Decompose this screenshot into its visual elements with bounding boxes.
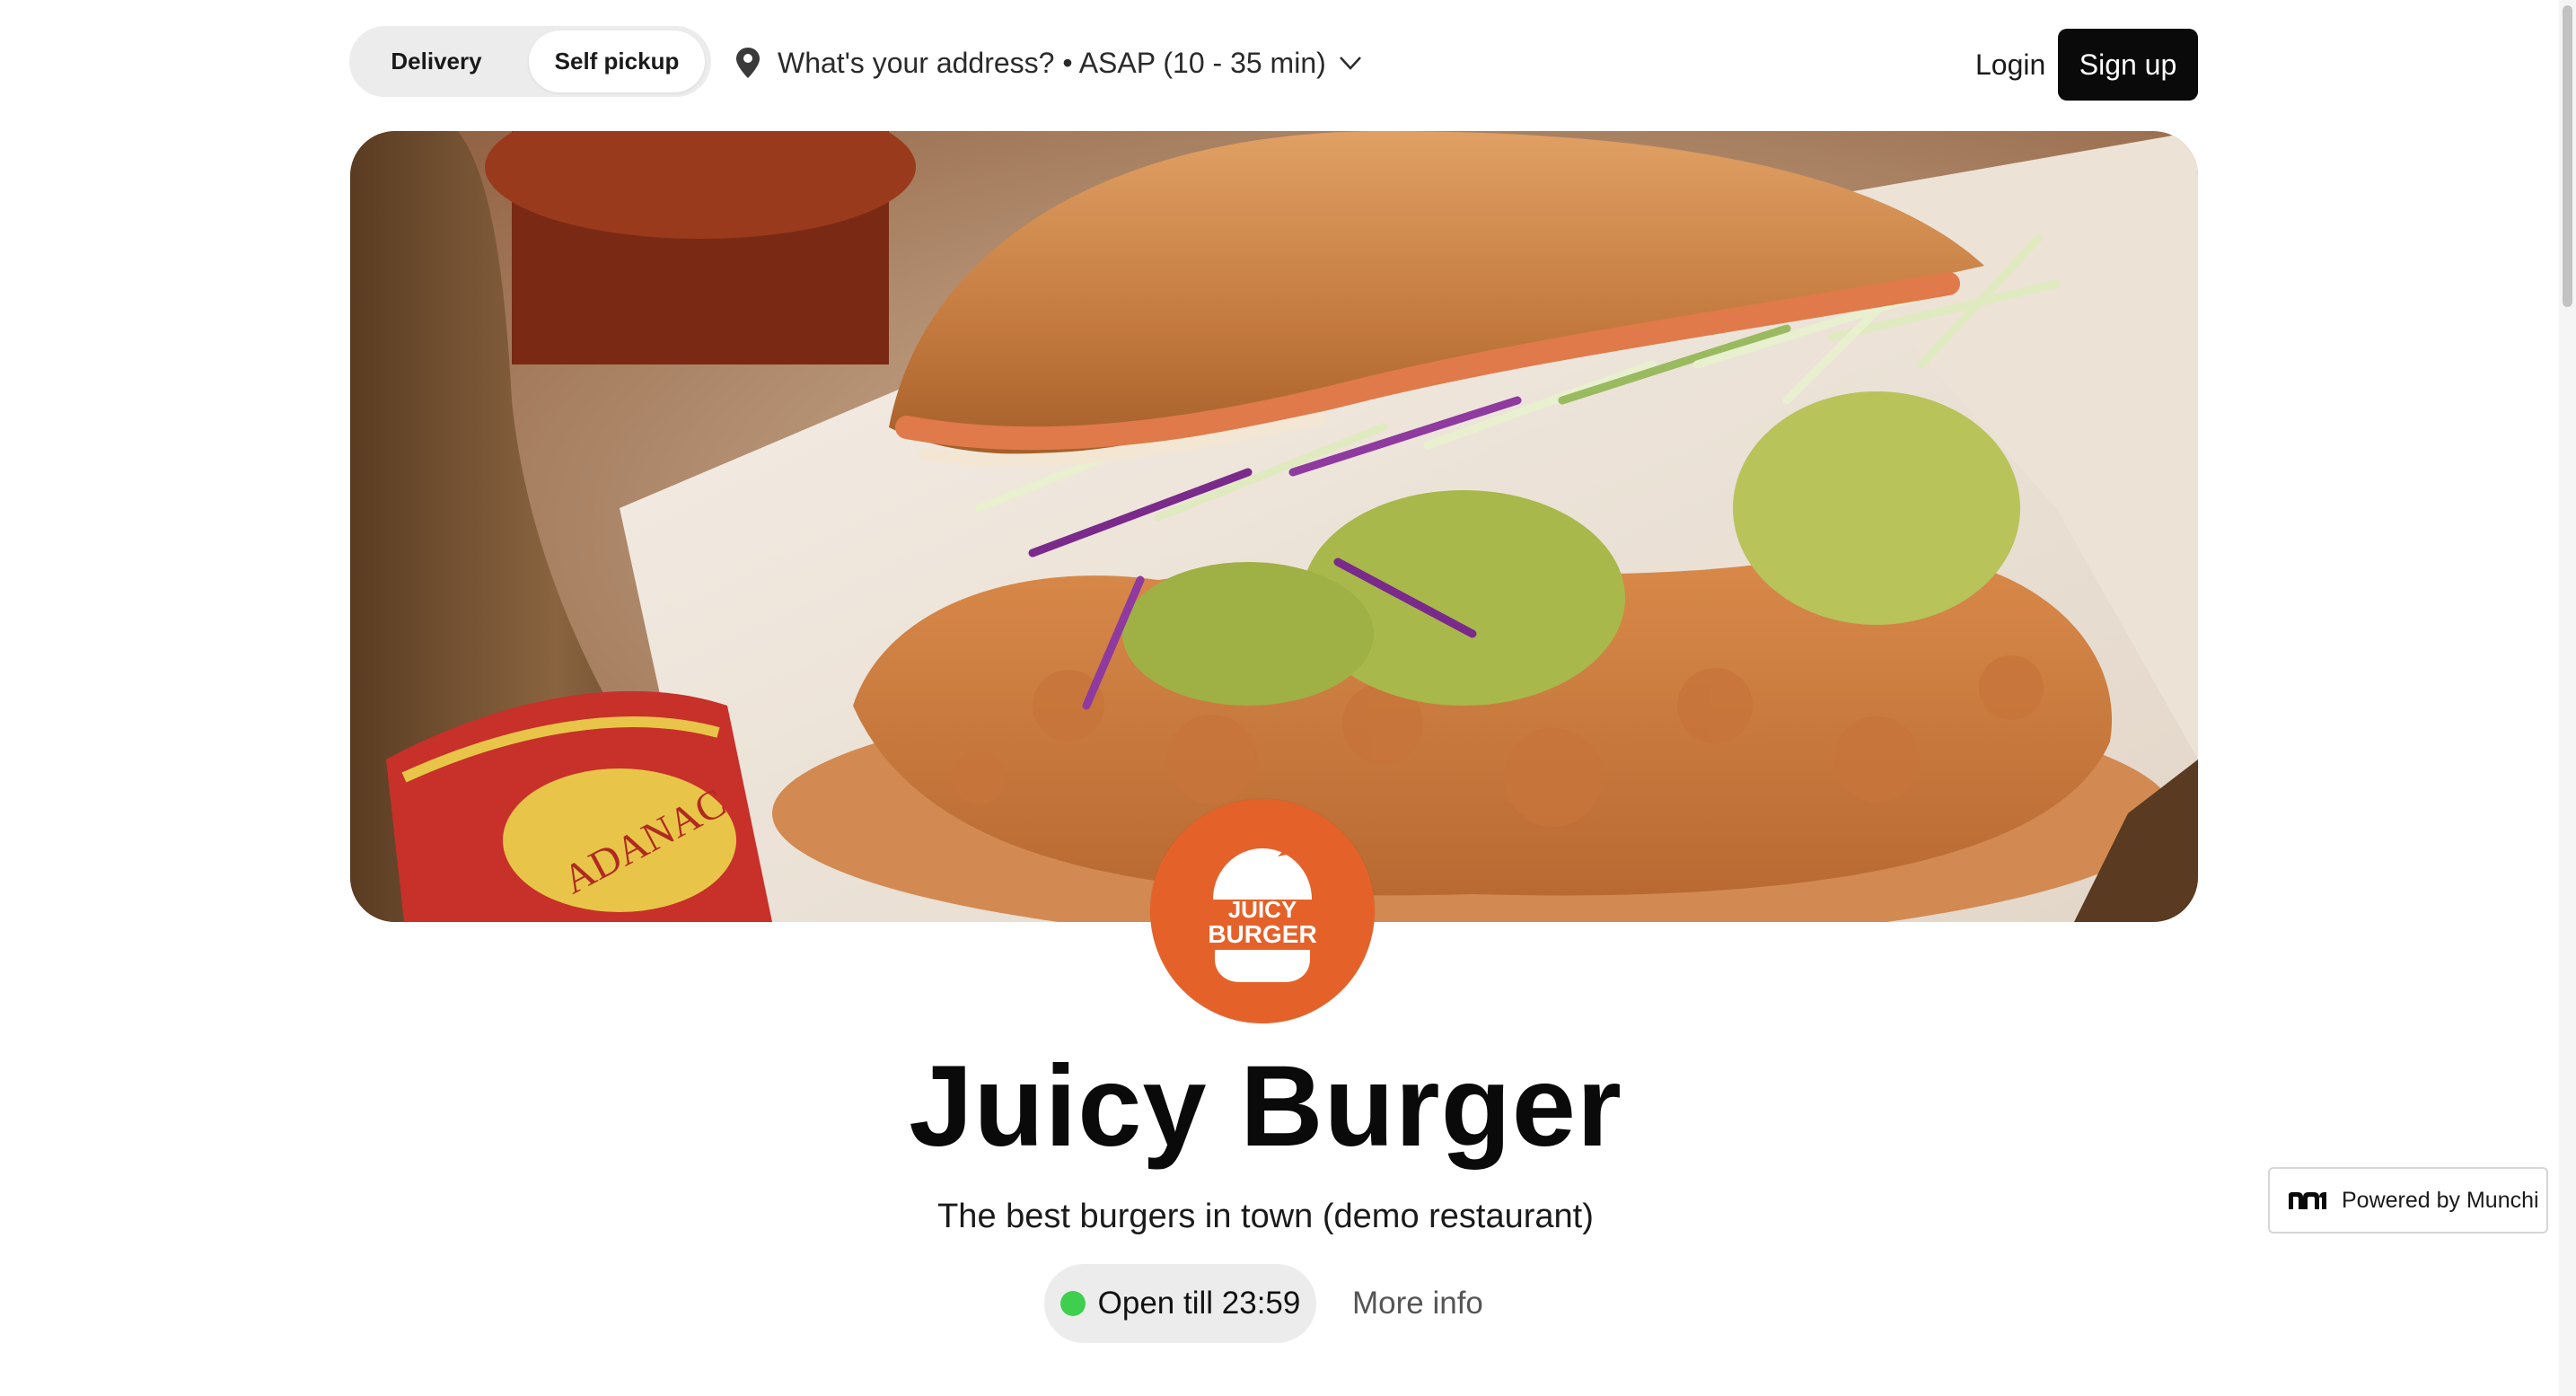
delivery-option[interactable]: Delivery bbox=[355, 31, 518, 92]
self-pickup-option[interactable]: Self pickup bbox=[529, 31, 705, 92]
logo-text-juicy: JUICY bbox=[1228, 896, 1297, 923]
scrollbar-thumb[interactable] bbox=[2563, 5, 2572, 307]
more-info-link[interactable]: More info bbox=[1352, 1284, 1483, 1323]
munchi-logo-icon bbox=[2289, 1192, 2326, 1209]
status-text: Open till 23:59 bbox=[1097, 1286, 1301, 1321]
delivery-mode-toggle: Delivery Self pickup bbox=[349, 26, 711, 97]
address-selector[interactable]: What's your address? • ASAP (10 - 35 min… bbox=[734, 38, 1362, 88]
status-dot-icon bbox=[1059, 1291, 1086, 1316]
restaurant-name: Juicy Burger bbox=[909, 1042, 1622, 1171]
map-pin-icon bbox=[736, 48, 760, 78]
chevron-down-icon bbox=[1339, 57, 1361, 70]
powered-by-badge[interactable]: Powered by Munchi bbox=[2268, 1167, 2548, 1234]
sign-up-button[interactable]: Sign up bbox=[2058, 29, 2198, 101]
opening-status-badge: Open till 23:59 bbox=[1044, 1264, 1316, 1343]
page: Delivery Self pickup What's your address… bbox=[0, 0, 2576, 1396]
restaurant-tagline: The best burgers in town (demo restauran… bbox=[937, 1198, 1594, 1235]
login-link[interactable]: Login bbox=[1975, 45, 2045, 84]
address-label: What's your address? • ASAP (10 - 35 min… bbox=[778, 46, 1326, 79]
powered-by-label: Powered by Munchi bbox=[2342, 1187, 2539, 1213]
logo-text-burger: BURGER bbox=[1208, 920, 1316, 948]
restaurant-logo: JUICY BURGER bbox=[1150, 799, 1375, 1023]
vertical-scrollbar[interactable] bbox=[2559, 0, 2576, 1396]
